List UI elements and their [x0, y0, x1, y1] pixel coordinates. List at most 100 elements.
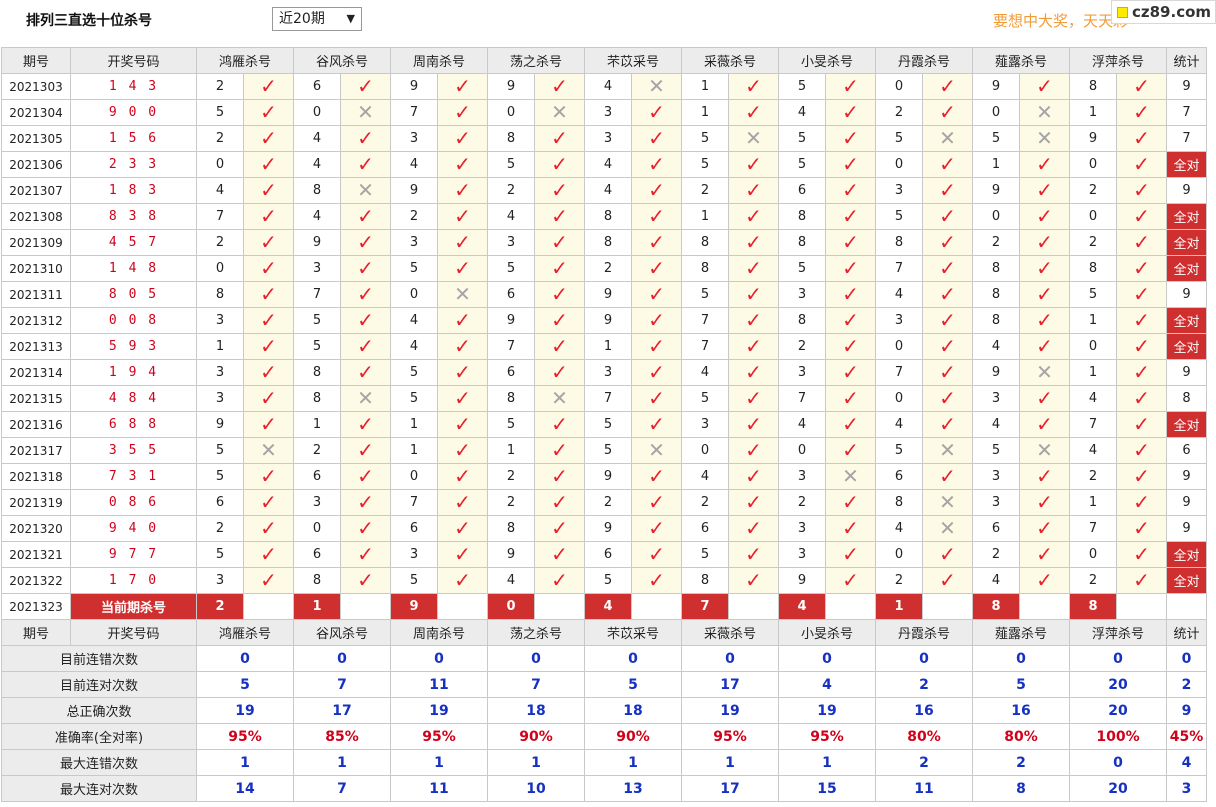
column-header[interactable]: 期号: [1, 619, 71, 646]
kill-number-cell: 5: [584, 437, 632, 464]
stat-value: 20: [1069, 697, 1167, 724]
kill-number-cell: 4: [390, 333, 438, 360]
kill-number-cell: 0: [972, 99, 1020, 126]
column-header[interactable]: 采薇杀号: [681, 619, 779, 646]
kill-number-cell: 0: [972, 203, 1020, 230]
check-icon: ✓: [260, 542, 277, 566]
kill-number-cell: 4: [972, 333, 1020, 360]
result-mark-cell: ✕: [922, 489, 973, 516]
check-icon: ✓: [260, 256, 277, 280]
stat-label: 最大连对次数: [1, 775, 197, 802]
check-icon: ✓: [1133, 386, 1150, 410]
column-header[interactable]: 期号: [1, 47, 71, 74]
column-header[interactable]: 开奖号码: [70, 619, 197, 646]
check-icon: ✓: [551, 74, 568, 98]
check-icon: ✓: [260, 464, 277, 488]
stat-value: 17: [681, 775, 779, 802]
check-icon: ✓: [260, 516, 277, 540]
check-icon: ✓: [551, 568, 568, 592]
column-header[interactable]: 丹霞杀号: [875, 47, 973, 74]
check-icon: ✓: [260, 152, 277, 176]
result-mark-cell: ✓: [1019, 515, 1070, 542]
stat-value: 18: [487, 697, 585, 724]
check-icon: ✓: [260, 204, 277, 228]
result-mark-cell: ✓: [437, 99, 488, 126]
kill-number-cell: 4: [487, 567, 535, 594]
result-mark-cell: ✓: [243, 515, 294, 542]
result-mark-cell: ✓: [1116, 255, 1167, 282]
kill-number-cell: 6: [875, 463, 923, 490]
column-header[interactable]: 周南杀号: [390, 619, 488, 646]
column-header[interactable]: 开奖号码: [70, 47, 197, 74]
result-mark-cell: ✕: [437, 281, 488, 308]
table-row: 2021305 1 5 6 2 ✓ 4 ✓ 3 ✓ 8 ✓ 3 ✓ 5 ✕ 5 ✓ 5 ✕ 5 ✕ 9 ✓ 7: [1, 125, 1207, 152]
check-icon: ✓: [1036, 282, 1053, 306]
issue-cell: 2021313: [1, 333, 71, 360]
kill-number-cell: 7: [584, 385, 632, 412]
column-header[interactable]: 采薇杀号: [681, 47, 779, 74]
check-icon: ✓: [260, 74, 277, 98]
column-header[interactable]: 小旻杀号: [778, 47, 876, 74]
period-select[interactable]: 近20期 ▼: [272, 7, 362, 31]
column-header[interactable]: 芣苡采号: [584, 619, 682, 646]
check-icon: ✓: [648, 100, 665, 124]
column-header[interactable]: 薤露杀号: [972, 47, 1070, 74]
check-icon: ✓: [357, 282, 374, 306]
result-mark-cell: ✓: [437, 307, 488, 334]
check-icon: ✓: [260, 178, 277, 202]
column-header[interactable]: 小旻杀号: [778, 619, 876, 646]
kill-number-cell: 5: [487, 151, 535, 178]
result-mark-cell: ✕: [922, 515, 973, 542]
result-mark-cell: ✓: [922, 411, 973, 438]
cross-icon: ✕: [357, 386, 374, 410]
column-header[interactable]: 薤露杀号: [972, 619, 1070, 646]
table-row: 2021319 0 8 6 6 ✓ 3 ✓ 7 ✓ 2 ✓ 2 ✓ 2 ✓ 2 ✓ 8 ✕ 3 ✓ 1 ✓ 9: [1, 489, 1207, 516]
stat-value: 80%: [972, 723, 1070, 750]
column-header[interactable]: 鸿雁杀号: [196, 619, 294, 646]
result-mark-cell: ✓: [825, 541, 876, 568]
column-header[interactable]: 统计: [1166, 47, 1207, 74]
kill-number-cell: 5: [875, 125, 923, 152]
check-icon: ✓: [648, 334, 665, 358]
kill-number-cell: 4: [584, 151, 632, 178]
column-header[interactable]: 浮萍杀号: [1069, 619, 1167, 646]
kill-number-cell: 9: [487, 73, 535, 100]
stat-value: 0: [584, 645, 682, 672]
all-correct-badge: 全对: [1166, 411, 1207, 438]
column-header[interactable]: 荡之杀号: [487, 47, 585, 74]
check-icon: ✓: [648, 126, 665, 150]
kill-number-cell: 1: [390, 437, 438, 464]
column-header[interactable]: 谷风杀号: [293, 619, 391, 646]
result-mark-cell: ✓: [340, 489, 391, 516]
stat-value: 0: [972, 645, 1070, 672]
result-mark-cell: ✕: [631, 437, 682, 464]
column-header[interactable]: 丹霞杀号: [875, 619, 973, 646]
all-correct-badge: 全对: [1166, 229, 1207, 256]
all-correct-badge: 全对: [1166, 255, 1207, 282]
kill-number-cell: 0: [1069, 541, 1117, 568]
result-mark-cell: ✓: [340, 307, 391, 334]
result-mark-cell: ✓: [825, 229, 876, 256]
result-mark-cell: ✓: [437, 229, 488, 256]
kill-number-cell: 2: [390, 203, 438, 230]
site-logo[interactable]: cz89.com: [1111, 0, 1216, 24]
column-header[interactable]: 周南杀号: [390, 47, 488, 74]
draw-number-cell: 1 4 3: [70, 73, 197, 100]
result-mark-cell: ✓: [534, 255, 585, 282]
result-mark-cell: ✓: [728, 151, 779, 178]
result-mark-cell: ✓: [922, 385, 973, 412]
column-header[interactable]: 谷风杀号: [293, 47, 391, 74]
result-mark-cell: ✓: [1019, 333, 1070, 360]
result-mark-cell: ✓: [243, 177, 294, 204]
check-icon: ✓: [939, 308, 956, 332]
column-header[interactable]: 浮萍杀号: [1069, 47, 1167, 74]
kill-number-cell: 8: [293, 385, 341, 412]
stat-value: 0: [390, 645, 488, 672]
column-header[interactable]: 荡之杀号: [487, 619, 585, 646]
column-header[interactable]: 统计: [1166, 619, 1207, 646]
result-mark-cell: ✓: [631, 99, 682, 126]
column-header[interactable]: 鸿雁杀号: [196, 47, 294, 74]
result-mark-cell: ✕: [728, 125, 779, 152]
kill-number-cell: 4: [778, 411, 826, 438]
column-header[interactable]: 芣苡采号: [584, 47, 682, 74]
